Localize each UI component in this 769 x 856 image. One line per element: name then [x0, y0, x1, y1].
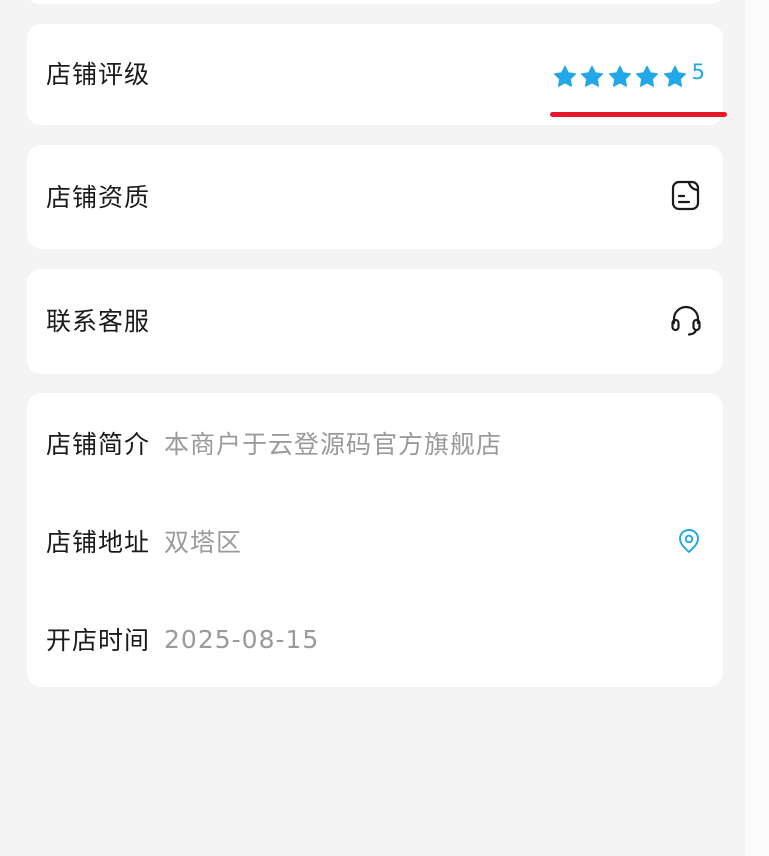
- store-rating-label: 店铺评级: [46, 60, 151, 89]
- highlight-underline: [550, 112, 727, 117]
- rating-value: 5: [691, 60, 705, 84]
- star-icon: [581, 65, 604, 87]
- document-icon[interactable]: [669, 179, 703, 213]
- headset-icon[interactable]: [669, 304, 703, 338]
- previous-card: [27, 0, 723, 4]
- star-rating: 5: [550, 60, 705, 90]
- store-info-card: 店铺简介 本商户于云登源码官方旗舰店 店铺地址 双塔区 开店时间 2025-08…: [27, 393, 723, 687]
- store-intro-label: 店铺简介: [46, 430, 151, 459]
- store-qualification-card[interactable]: 店铺资质: [27, 145, 723, 249]
- open-date-row: 开店时间 2025-08-15: [46, 619, 703, 659]
- customer-service-card[interactable]: 联系客服: [27, 269, 723, 374]
- store-rating-card: 店铺评级 5: [27, 24, 723, 125]
- store-address-label: 店铺地址: [46, 528, 151, 557]
- open-date-value: 2025-08-15: [164, 624, 320, 654]
- store-address-value: 双塔区: [164, 528, 243, 557]
- star-icon: [608, 65, 631, 87]
- store-address-row[interactable]: 店铺地址 双塔区: [46, 521, 703, 561]
- star-icon: [636, 65, 659, 87]
- store-intro-row: 店铺简介 本商户于云登源码官方旗舰店: [46, 423, 703, 463]
- location-pin-icon[interactable]: [675, 527, 703, 555]
- star-icon: [663, 65, 686, 87]
- store-qualification-label: 店铺资质: [46, 183, 151, 212]
- page-edge-strip: [745, 0, 769, 856]
- star-icon: [553, 65, 576, 87]
- store-intro-value: 本商户于云登源码官方旗舰店: [164, 430, 503, 459]
- open-date-label: 开店时间: [46, 626, 151, 655]
- customer-service-label: 联系客服: [46, 307, 151, 336]
